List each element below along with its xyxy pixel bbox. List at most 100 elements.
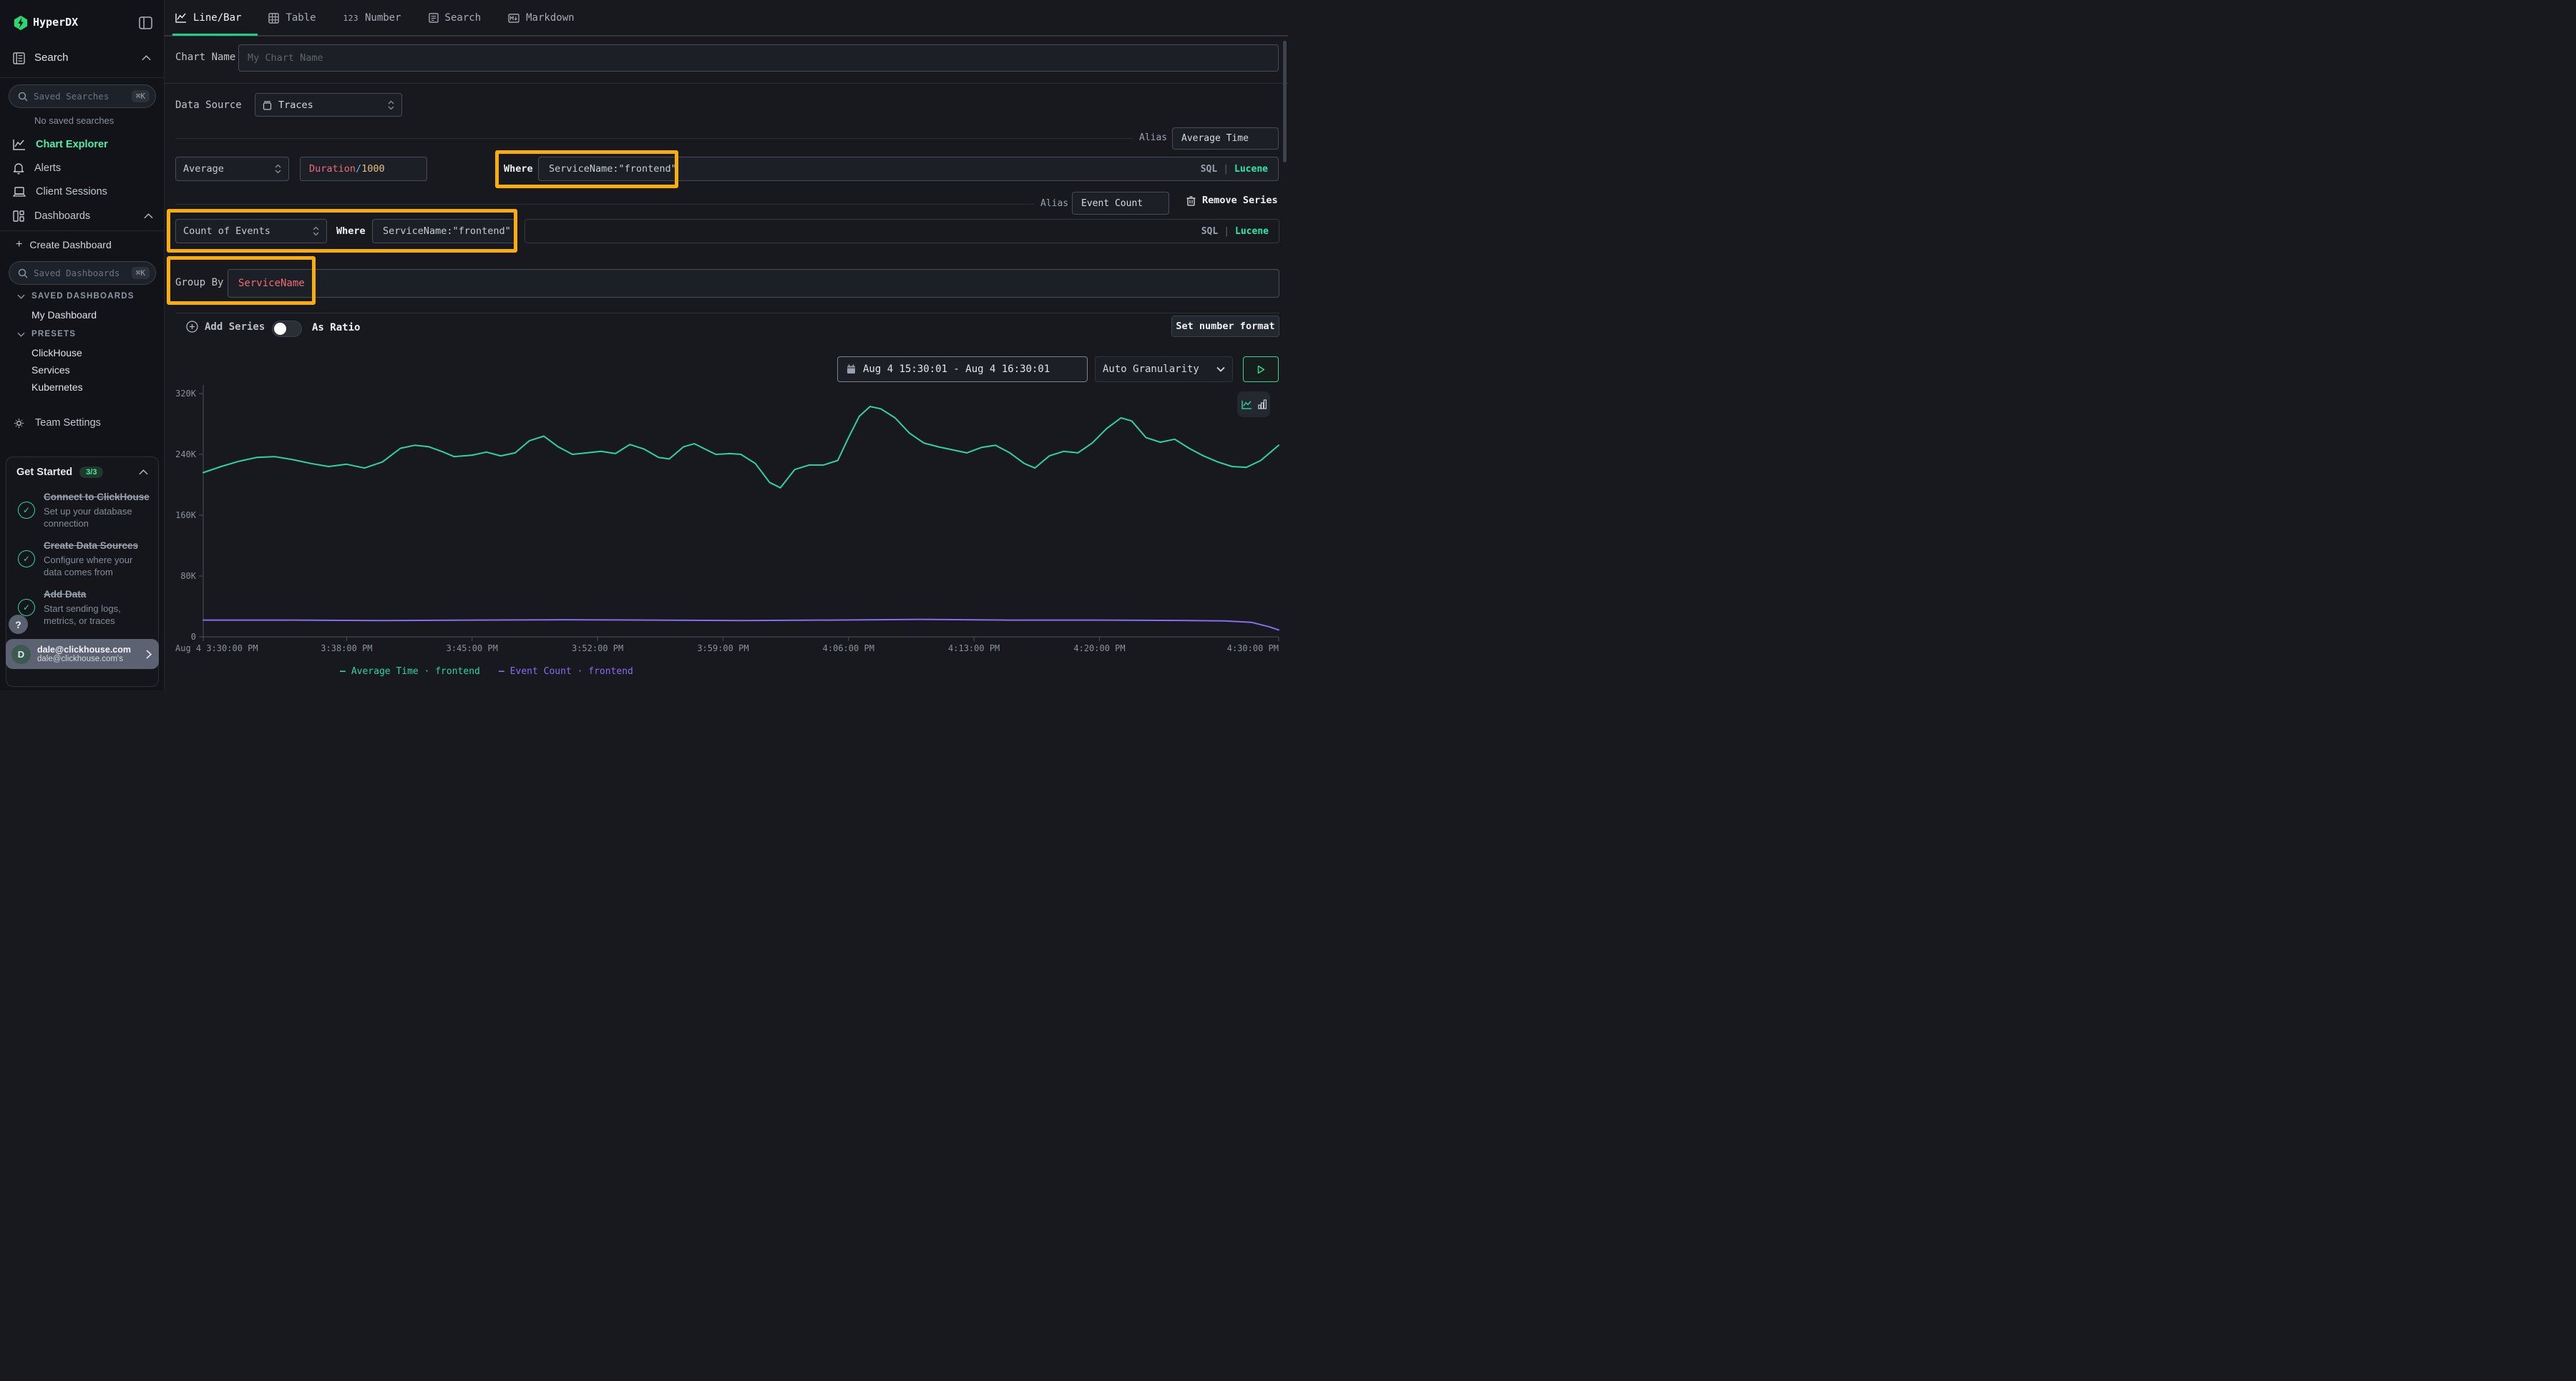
series1-field-input[interactable]: Duration/1000 xyxy=(300,157,427,181)
legend-label: Event Count · frontend xyxy=(510,666,633,677)
tabbar-divider xyxy=(165,35,1288,36)
chart-explorer-icon xyxy=(13,139,26,150)
legend-entry[interactable]: —Event Count · frontend xyxy=(499,666,633,677)
lucene-mode-button[interactable]: Lucene xyxy=(1235,226,1269,237)
tab-table[interactable]: Table xyxy=(268,0,316,36)
search-icon xyxy=(18,268,28,278)
sidebar-item-clickhouse[interactable]: ClickHouse xyxy=(31,347,82,358)
saved-dashboards-input[interactable]: Saved Dashboards ⌘K xyxy=(9,261,156,285)
divider xyxy=(0,230,165,231)
check-circle-icon: ✓ xyxy=(18,550,35,567)
search-section-label[interactable]: Search xyxy=(34,52,69,64)
get-started-item[interactable]: ✓ Add Data Start sending logs, metrics, … xyxy=(6,578,158,627)
timeseries-chart[interactable]: 080K160K240K320KAug 4 3:30:00 PM3:38:00 … xyxy=(172,365,1282,664)
number-123-icon: 123 xyxy=(343,14,358,23)
help-button[interactable]: ? xyxy=(9,615,28,634)
divider xyxy=(175,138,1133,139)
as-ratio-label: As Ratio xyxy=(312,322,360,333)
series2-query-container: SQL | Lucene xyxy=(525,219,1279,243)
plus-icon: + xyxy=(16,238,22,251)
sidebar: HyperDX Search Sav xyxy=(0,0,165,690)
sidebar-item-dashboards[interactable]: Dashboards xyxy=(0,205,165,227)
series2-where-input[interactable]: ServiceName:"frontend" xyxy=(372,219,517,243)
bell-icon xyxy=(13,162,24,175)
group-by-label: Group By xyxy=(175,277,223,288)
svg-text:240K: 240K xyxy=(175,449,197,459)
sidebar-item-chart-explorer[interactable]: Chart Explorer xyxy=(0,134,165,155)
saved-dashboards-section-header[interactable]: SAVED DASHBOARDS xyxy=(0,292,165,301)
sidebar-item-client-sessions[interactable]: Client Sessions xyxy=(0,181,165,202)
group-by-input[interactable]: ServiceName xyxy=(228,269,1279,298)
sql-mode-button[interactable]: SQL xyxy=(1201,226,1218,237)
sidebar-item-services[interactable]: Services xyxy=(31,364,70,376)
chart-type-toggle xyxy=(1237,391,1270,417)
saved-dashboards-placeholder: Saved Dashboards xyxy=(34,268,126,278)
dashboards-icon xyxy=(13,210,24,222)
collapse-sidebar-icon[interactable] xyxy=(139,16,152,29)
tab-markdown[interactable]: Markdown xyxy=(508,0,574,36)
svg-text:4:20:00 PM: 4:20:00 PM xyxy=(1073,643,1125,653)
divider xyxy=(175,204,1034,205)
create-dashboard-button[interactable]: + Create Dashboard xyxy=(16,238,112,251)
data-source-select[interactable]: Traces xyxy=(255,93,402,117)
divider xyxy=(165,83,1288,84)
get-started-item[interactable]: ✓ Connect to ClickHouse Set up your data… xyxy=(6,478,158,530)
set-number-format-button[interactable]: Set number format xyxy=(1171,316,1279,337)
chevron-up-icon[interactable] xyxy=(139,469,148,475)
saved-searches-placeholder: Saved Searches xyxy=(34,91,126,102)
tab-line-bar[interactable]: Line/Bar xyxy=(175,0,241,36)
saved-searches-input[interactable]: Saved Searches ⌘K xyxy=(9,84,156,108)
scrollbar-thumb[interactable] xyxy=(1283,41,1287,162)
series1-where-label: Where xyxy=(504,163,533,175)
svg-text:3:52:00 PM: 3:52:00 PM xyxy=(572,643,623,653)
svg-text:4:30:00 PM: 4:30:00 PM xyxy=(1227,643,1279,653)
svg-text:320K: 320K xyxy=(175,389,197,399)
markdown-icon xyxy=(508,14,519,23)
bar-chart-toggle-icon[interactable] xyxy=(1258,399,1267,409)
lucene-mode-button[interactable]: Lucene xyxy=(1234,164,1268,175)
sidebar-item-alerts[interactable]: Alerts xyxy=(0,157,165,179)
series1-alias-input[interactable] xyxy=(1172,127,1279,150)
sidebar-item-team-settings[interactable]: Team Settings xyxy=(0,412,165,434)
sidebar-item-kubernetes[interactable]: Kubernetes xyxy=(31,381,83,393)
shortcut-badge: ⌘K xyxy=(132,267,150,279)
as-ratio-toggle[interactable] xyxy=(272,321,302,337)
tab-search[interactable]: Search xyxy=(429,0,482,36)
tab-number[interactable]: 123 Number xyxy=(343,0,401,36)
shortcut-badge: ⌘K xyxy=(132,90,150,102)
series1-aggregation-select[interactable]: Average xyxy=(175,157,289,181)
chevron-up-icon[interactable] xyxy=(144,213,153,219)
toggle-knob xyxy=(274,323,286,335)
svg-text:4:06:00 PM: 4:06:00 PM xyxy=(823,643,874,653)
series2-alias-input[interactable] xyxy=(1072,192,1169,215)
chart-name-input[interactable] xyxy=(238,44,1279,72)
laptop-icon xyxy=(13,187,26,197)
get-started-item[interactable]: ✓ Create Data Sources Configure where yo… xyxy=(6,530,158,578)
table-icon xyxy=(268,13,279,24)
user-menu[interactable]: D dale@clickhouse.com dale@clickhouse.co… xyxy=(6,639,159,669)
chevron-up-icon[interactable] xyxy=(142,55,151,61)
presets-section-header[interactable]: PRESETS xyxy=(0,330,165,338)
main-panel: Line/Bar Table 123 Number xyxy=(165,0,1288,690)
svg-text:0: 0 xyxy=(191,632,196,642)
remove-series-button[interactable]: Remove Series xyxy=(1186,195,1278,206)
svg-text:4:13:00 PM: 4:13:00 PM xyxy=(948,643,1000,653)
view-tabs: Line/Bar Table 123 Number xyxy=(175,0,575,36)
database-icon xyxy=(263,100,272,110)
legend-entry[interactable]: —Average Time · frontend xyxy=(340,666,480,677)
chart-name-label: Chart Name xyxy=(175,52,235,63)
plus-circle-icon xyxy=(186,321,198,333)
select-chevrons-icon xyxy=(313,226,319,236)
add-series-button[interactable]: Add Series xyxy=(186,321,265,333)
gear-icon xyxy=(13,417,25,429)
line-chart-toggle-icon[interactable] xyxy=(1241,400,1252,409)
app-window: HyperDX Search Sav xyxy=(0,0,1288,690)
legend-label: Average Time · frontend xyxy=(351,666,480,677)
app-title: HyperDX xyxy=(33,16,78,29)
series1-where-input[interactable]: ServiceName:"frontend" SQL | Lucene xyxy=(538,157,1279,181)
divider xyxy=(0,77,165,78)
sidebar-item-my-dashboard[interactable]: My Dashboard xyxy=(31,309,97,321)
series2-aggregation-select[interactable]: Count of Events xyxy=(175,219,327,243)
sql-mode-button[interactable]: SQL xyxy=(1201,164,1217,175)
svg-text:Aug 4 3:30:00 PM: Aug 4 3:30:00 PM xyxy=(175,643,258,653)
